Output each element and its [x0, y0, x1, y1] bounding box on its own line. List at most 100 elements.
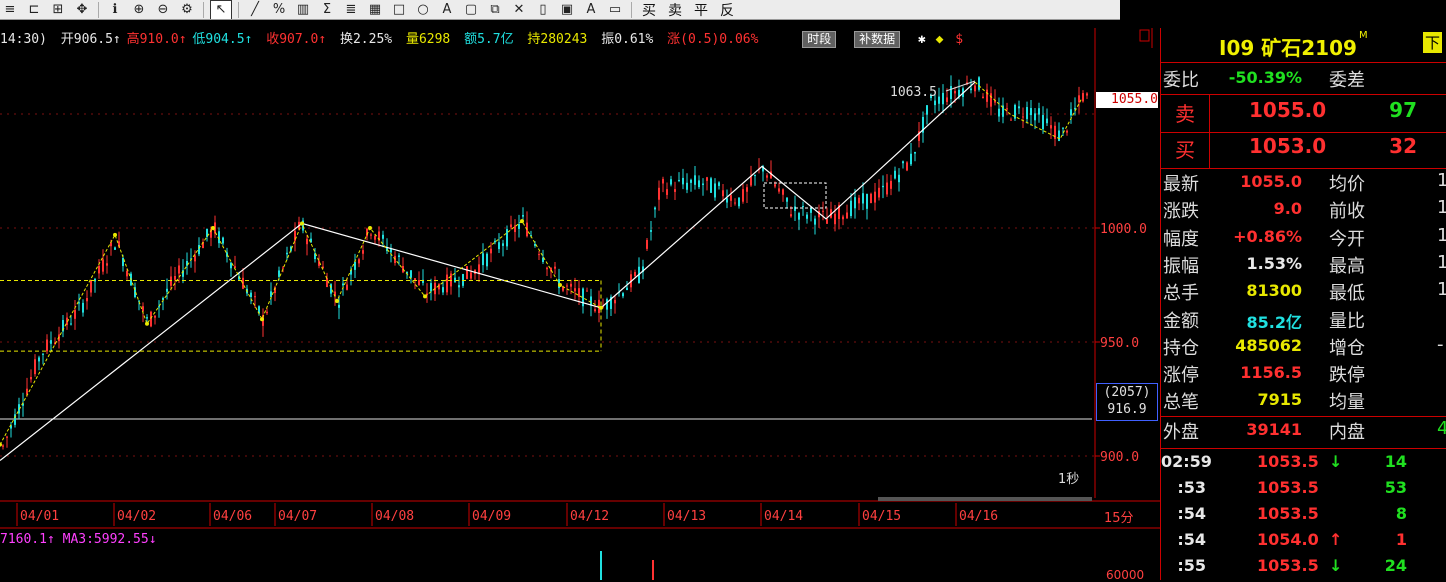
candle-body — [850, 200, 852, 216]
candle-body — [1030, 108, 1032, 116]
candle-body — [574, 288, 576, 292]
stat-label: 总手 — [1163, 283, 1199, 305]
tick-qty: 14 — [1384, 452, 1407, 471]
candle-body — [698, 180, 700, 188]
stat-row: 涨跌 9.0 前收 1 — [1161, 197, 1446, 224]
zigzag-point — [335, 298, 339, 303]
candle-body — [74, 309, 76, 319]
candle-body — [50, 340, 52, 344]
stat-label: 幅度 — [1163, 228, 1199, 250]
candle-body — [970, 88, 972, 91]
corner-button[interactable]: 下 — [1423, 32, 1443, 53]
tick-qty: 1 — [1395, 530, 1407, 549]
inner-label: 内盘 — [1329, 422, 1365, 443]
candle-body — [802, 206, 804, 208]
candle-body — [946, 97, 948, 102]
outer-value: 39141 — [1246, 420, 1302, 439]
kline-chart[interactable]: 1063.5 1000.0 950.0 900.0 04/01 04/02 04/06 0… — [0, 0, 1160, 580]
candle-body — [554, 266, 556, 269]
candle-body — [438, 284, 440, 290]
candle-body — [774, 184, 776, 187]
candle-body — [798, 213, 800, 220]
ma-text: 7160.1↑ MA3:5992.55↓ — [0, 532, 157, 547]
stat-value: 7915 — [1257, 390, 1302, 410]
candle-body — [814, 218, 816, 225]
stat-value-2: - — [1437, 333, 1444, 355]
candle-body — [646, 239, 648, 249]
candle-body — [270, 291, 272, 297]
date-label: 04/12 — [570, 509, 609, 524]
candle-body — [678, 179, 680, 181]
candle-body — [454, 277, 456, 282]
ma-indicator: 7160.1↑ MA3:5992.55↓ — [0, 532, 157, 547]
contract-flag: M — [1359, 30, 1368, 41]
stat-label: 总笔 — [1163, 392, 1199, 414]
tick-price: 1053.5 — [1257, 556, 1319, 575]
candle-body — [650, 230, 652, 232]
candle-body — [622, 293, 624, 297]
candle-body — [730, 195, 732, 201]
quote-panel: I09 矿石2109 M 下 委比 -50.39% 委差 卖 1055.0 97… — [1160, 28, 1446, 580]
candle-body — [490, 248, 492, 254]
zigzag-point — [300, 221, 304, 226]
trend-line[interactable] — [0, 81, 976, 462]
candle-body — [974, 85, 976, 92]
candle-body — [458, 285, 460, 288]
candle-body — [882, 185, 884, 188]
period-label[interactable]: 15分 — [1104, 507, 1134, 526]
candle-body — [98, 265, 100, 274]
candle-body — [878, 187, 880, 198]
candle-body — [978, 77, 980, 90]
candle-body — [518, 224, 520, 229]
candle-body — [362, 250, 364, 254]
candle-body — [894, 170, 896, 179]
candle-body — [870, 193, 872, 204]
stat-label-2: 跌停 — [1329, 365, 1365, 387]
candle-body — [746, 187, 748, 192]
zigzag-point — [211, 226, 215, 230]
candle-body — [306, 238, 308, 245]
candle-body — [858, 197, 860, 204]
candle-body — [754, 175, 756, 177]
candle-body — [1018, 106, 1020, 109]
stat-row: 总笔 7915 均量 — [1161, 388, 1446, 415]
zigzag-line[interactable] — [0, 220, 602, 445]
candle-body — [862, 193, 864, 204]
candle-body — [790, 214, 792, 217]
buy-qty: 32 — [1389, 134, 1417, 158]
candle-body — [826, 218, 828, 224]
candle-body — [986, 89, 988, 102]
date-label: 04/08 — [375, 509, 414, 524]
candle-body — [782, 189, 784, 195]
candle-body — [158, 306, 160, 308]
stat-label: 振幅 — [1163, 255, 1199, 277]
tick-price: 1053.5 — [1257, 452, 1319, 471]
sell-qty: 97 — [1389, 98, 1417, 122]
candle-body — [194, 255, 196, 262]
date-label: 04/14 — [764, 509, 803, 524]
candle-body — [982, 96, 984, 98]
candle-body — [1070, 109, 1072, 116]
candle-body — [1046, 118, 1048, 124]
zigzag-point — [423, 294, 427, 299]
stat-label-2: 量比 — [1329, 310, 1365, 332]
date-label: 04/07 — [278, 509, 317, 524]
stat-value: 85.2亿 — [1246, 312, 1302, 332]
candle-body — [694, 175, 696, 185]
wei-bi-label: 委比 — [1163, 70, 1199, 91]
candle-body — [338, 304, 340, 308]
stat-label-2: 前收 — [1329, 201, 1365, 223]
candle-body — [874, 191, 876, 203]
stat-value-2: 1 — [1437, 251, 1446, 273]
candle-body — [570, 283, 572, 287]
y-axis-label: 950.0 — [1100, 336, 1139, 351]
candle-body — [738, 197, 740, 207]
candle-body — [1082, 93, 1084, 102]
candle-body — [566, 285, 568, 287]
stat-value: 1.53% — [1246, 253, 1302, 273]
candle-body — [6, 436, 8, 438]
candle-body — [722, 190, 724, 197]
candle-body — [846, 212, 848, 219]
date-label: 04/09 — [472, 509, 511, 524]
candle-body — [358, 259, 360, 264]
